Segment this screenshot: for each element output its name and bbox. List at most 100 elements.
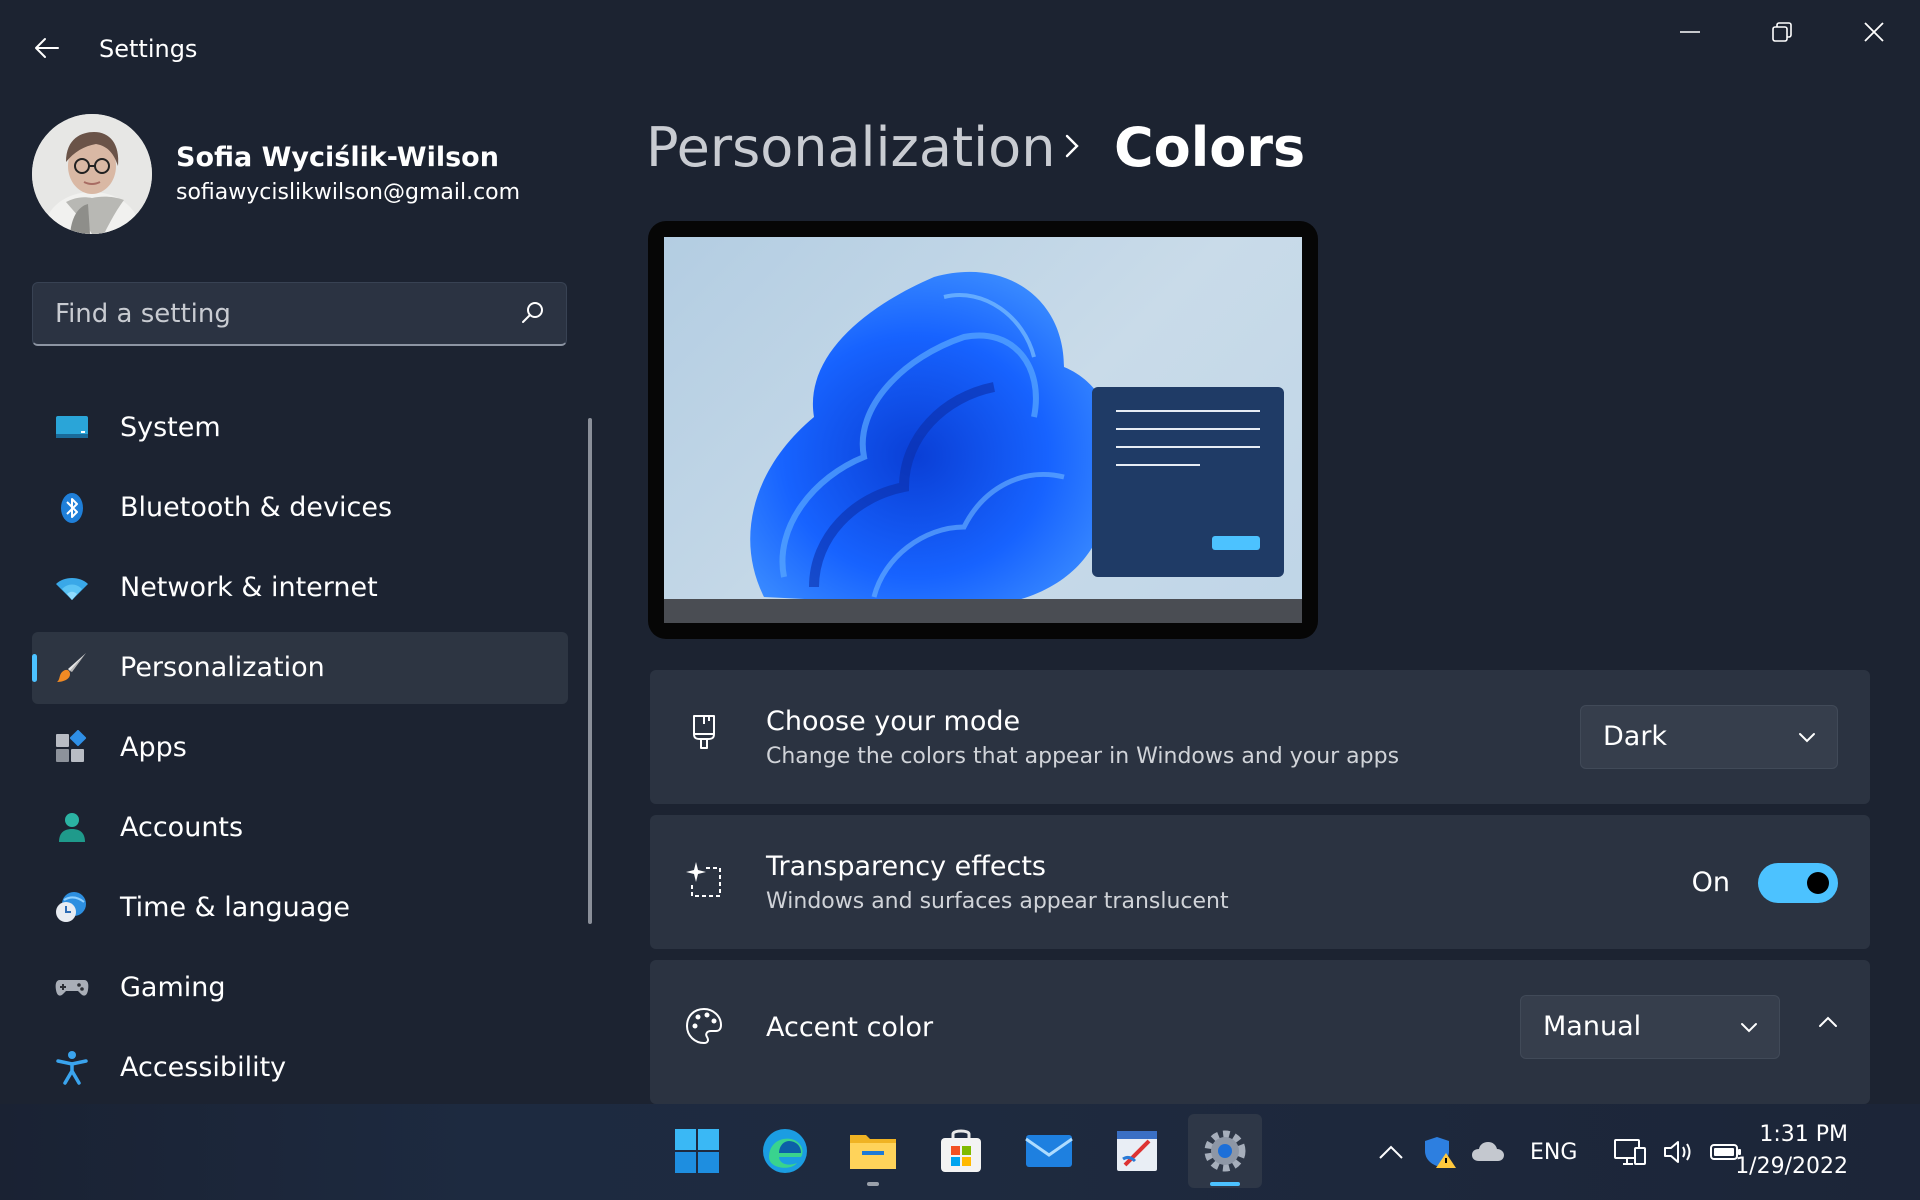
edge-icon [763,1129,807,1173]
close-button[interactable] [1839,12,1909,52]
network-tray-button[interactable] [1612,1134,1648,1170]
mode-dropdown-value: Dark [1603,721,1668,752]
sidebar-item-network[interactable]: Network & internet [32,552,568,624]
sidebar-item-accounts[interactable]: Accounts [32,792,568,864]
close-icon [1864,22,1884,42]
settings-icon [1204,1130,1246,1172]
sidebar-item-time-language[interactable]: Time & language [32,872,568,944]
store-icon [941,1129,981,1172]
avatar[interactable] [32,114,152,234]
sidebar-item-apps[interactable]: Apps [32,712,568,784]
network-monitor-icon [1614,1139,1646,1165]
clock-date[interactable]: 1/29/2022 [1735,1154,1848,1179]
user-email: sofiawycislikwilson@gmail.com [176,180,521,205]
taskbar-start[interactable] [660,1114,734,1188]
user-photo [32,114,152,234]
volume-tray-button[interactable] [1660,1134,1696,1170]
minimize-icon [1680,31,1700,33]
taskbar-settings[interactable] [1188,1114,1262,1188]
sidebar-item-label: Network & internet [120,572,378,603]
cloud-icon [1472,1142,1504,1161]
back-button[interactable] [26,30,68,66]
chevron-right-icon [1065,134,1079,158]
transparency-card: Transparency effects Windows and surface… [650,815,1870,949]
selection-indicator [32,654,37,682]
toggle-state-label: On [1691,867,1730,898]
toggle-knob [1807,872,1829,894]
gamepad-icon [55,980,89,996]
accent-title: Accent color [766,1012,934,1043]
sidebar-scrollbar[interactable] [588,418,592,924]
accessibility-icon [56,1051,88,1085]
sidebar-item-personalization[interactable]: Personalization [32,632,568,704]
security-shield-warning-icon [1425,1137,1456,1168]
taskbar-mail[interactable] [1012,1114,1086,1188]
transparency-toggle[interactable] [1758,863,1838,903]
taskbar-paint[interactable] [1100,1114,1174,1188]
sidebar-item-bluetooth[interactable]: Bluetooth & devices [32,472,568,544]
transparency-title: Transparency effects [766,851,1046,882]
preview-window-content [1116,410,1260,550]
user-name: Sofia Wyciślik-Wilson [176,142,499,173]
minimize-button[interactable] [1655,12,1725,52]
chevron-down-icon [1799,733,1815,743]
preview-taskbar [664,599,1302,623]
mail-icon [1025,1135,1073,1167]
restore-icon [1772,22,1792,42]
accent-card[interactable]: Accent color Manual [650,960,1870,1104]
preview-desktop [664,237,1302,623]
theme-preview [648,221,1318,639]
globe-clock-icon [56,892,86,922]
security-tray-button[interactable] [1422,1134,1458,1170]
restore-button[interactable] [1747,12,1817,52]
paint-brush-outline-icon [693,715,715,749]
sidebar-item-system[interactable]: System [32,392,568,464]
taskbar-edge[interactable] [748,1114,822,1188]
paint-icon [1117,1131,1157,1171]
app-title: Settings [99,35,198,63]
apps-icon [56,730,87,762]
sidebar-item-label: Personalization [120,652,325,683]
collapse-button[interactable] [1806,1000,1850,1044]
show-hidden-icons-button[interactable] [1374,1134,1408,1170]
sparkle-selection-icon [686,862,721,897]
title-bar: Settings [0,0,1920,100]
accent-dropdown[interactable]: Manual [1520,995,1780,1059]
search-box[interactable] [32,282,567,346]
sidebar-item-label: Apps [120,732,187,763]
running-indicator [1210,1182,1240,1186]
taskbar-store[interactable] [924,1114,998,1188]
search-input[interactable] [53,283,497,345]
sidebar-item-label: Time & language [120,892,351,923]
sidebar-item-accessibility[interactable]: Accessibility [32,1032,568,1104]
accent-dropdown-value: Manual [1543,1011,1642,1042]
input-language[interactable]: ENG [1530,1140,1577,1165]
sidebar-item-label: Accounts [120,812,244,843]
palette-icon [685,1007,723,1045]
person-icon [59,813,85,842]
transparency-subtitle: Windows and surfaces appear translucent [766,889,1229,914]
mode-card: Choose your mode Change the colors that … [650,670,1870,804]
clock-time[interactable]: 1:31 PM [1759,1122,1848,1147]
wifi-icon [56,578,88,600]
breadcrumb-parent[interactable]: Personalization [646,116,1055,179]
system-display-icon [56,416,88,438]
bluetooth-icon [61,493,83,523]
sidebar-item-label: Accessibility [120,1052,287,1083]
running-indicator [867,1182,879,1186]
page-title: Colors [1114,116,1306,179]
chevron-up-icon [1379,1145,1403,1159]
file-explorer-icon [850,1135,896,1169]
paintbrush-icon [57,653,86,682]
preview-window [1092,387,1284,577]
sidebar-item-gaming[interactable]: Gaming [32,952,568,1024]
sidebar-item-label: Bluetooth & devices [120,492,393,523]
sidebar-item-label: Gaming [120,972,226,1003]
chevron-up-icon [1819,1016,1837,1027]
taskbar: ENG 1:31 PM 1/29/2022 [0,1104,1920,1200]
onedrive-tray-button[interactable] [1470,1134,1506,1170]
taskbar-file-explorer[interactable] [836,1114,910,1188]
mode-dropdown[interactable]: Dark [1580,705,1838,769]
back-arrow-icon [35,38,59,58]
search-icon[interactable] [520,300,546,326]
